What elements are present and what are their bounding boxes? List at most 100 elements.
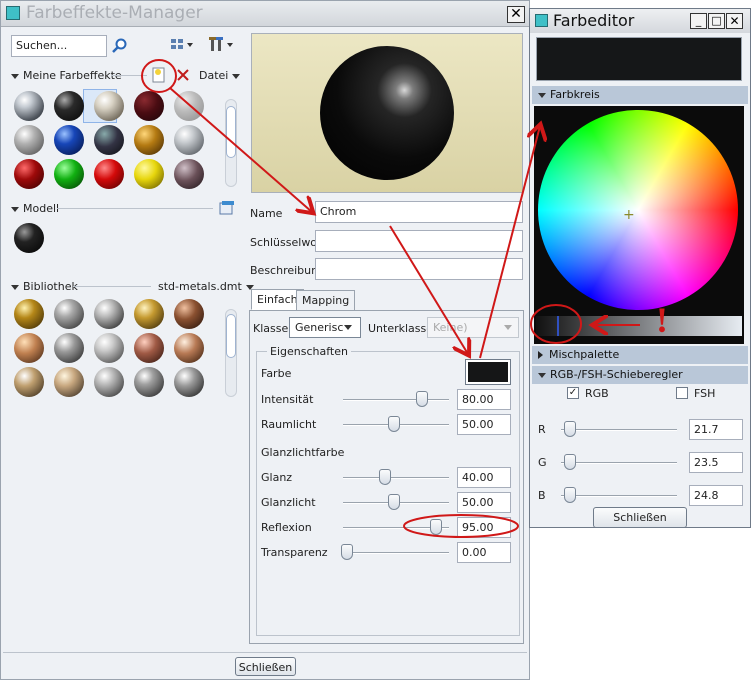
effect-swatch[interactable] <box>14 91 44 121</box>
property-slider-track[interactable] <box>343 399 449 401</box>
search-icon[interactable] <box>112 38 128 54</box>
subclass-value: Keine) <box>433 321 468 334</box>
effect-swatch[interactable] <box>174 159 204 189</box>
property-slider-track[interactable] <box>343 477 449 479</box>
fsh-checkbox[interactable] <box>676 387 688 399</box>
channel-slider-knob[interactable] <box>564 421 576 437</box>
channel-slider-knob[interactable] <box>564 487 576 503</box>
library-swatch[interactable] <box>174 333 204 363</box>
close-button[interactable]: Schließen <box>235 657 296 676</box>
channel-value-field[interactable]: 24.8 <box>689 485 743 506</box>
channel-slider-track[interactable] <box>561 429 677 431</box>
library-swatch[interactable] <box>94 367 124 397</box>
search-input[interactable]: Suchen... <box>11 35 107 57</box>
close-window-button[interactable]: ✕ <box>507 6 525 23</box>
scrollbar-thumb[interactable] <box>226 314 236 358</box>
property-value-field[interactable]: 40.00 <box>457 467 511 488</box>
keyword-field[interactable] <box>315 230 523 252</box>
library-header[interactable]: Bibliothek <box>11 280 78 293</box>
subclass-select[interactable]: Keine) <box>427 317 519 338</box>
channel-slider-knob[interactable] <box>564 454 576 470</box>
library-swatch[interactable] <box>174 299 204 329</box>
library-swatch[interactable] <box>134 367 164 397</box>
model-header[interactable]: Modell <box>11 202 59 215</box>
my-effects-header[interactable]: Meine Farbeffekte <box>11 69 122 82</box>
library-swatch[interactable] <box>94 299 124 329</box>
library-swatch[interactable] <box>134 333 164 363</box>
effect-swatch[interactable] <box>14 125 44 155</box>
window-title: Farbeffekte-Manager <box>26 3 203 23</box>
brightness-slider[interactable] <box>536 316 742 336</box>
library-file-menu[interactable]: std-metals.dmt <box>158 280 258 293</box>
property-slider-knob[interactable] <box>388 416 400 432</box>
sliders-header[interactable]: RGB-/FSH-Schieberegler <box>532 366 748 384</box>
my-effects-label: Meine Farbeffekte <box>23 69 122 82</box>
library-swatch[interactable] <box>14 333 44 363</box>
color-wheel[interactable] <box>538 110 738 310</box>
property-value-field[interactable]: 50.00 <box>457 414 511 435</box>
rgb-checkbox[interactable]: ✓ <box>567 387 579 399</box>
library-swatch[interactable] <box>14 367 44 397</box>
editor-close-action-button[interactable]: Schließen <box>593 507 687 528</box>
crosshair-icon[interactable]: + <box>623 208 635 222</box>
effect-swatch[interactable] <box>134 159 164 189</box>
effect-swatch[interactable] <box>94 159 124 189</box>
view-options-icon[interactable] <box>171 38 195 52</box>
effect-swatch[interactable] <box>94 125 124 155</box>
channel-label: R <box>538 423 546 436</box>
library-swatch[interactable] <box>54 367 84 397</box>
effect-swatch[interactable] <box>134 125 164 155</box>
app-icon <box>6 6 20 20</box>
library-swatch[interactable] <box>134 299 164 329</box>
channel-slider-track[interactable] <box>561 462 677 464</box>
property-value-field[interactable]: 80.00 <box>457 389 511 410</box>
effect-swatch[interactable] <box>54 91 84 121</box>
effect-swatch[interactable] <box>174 91 204 121</box>
library-swatch[interactable] <box>54 299 84 329</box>
property-value-field[interactable]: 95.00 <box>457 517 511 538</box>
property-value-field[interactable]: 50.00 <box>457 492 511 513</box>
property-slider-knob[interactable] <box>341 544 353 560</box>
property-slider-knob[interactable] <box>416 391 429 407</box>
color-swatch-button[interactable] <box>465 359 511 385</box>
new-effect-icon[interactable] <box>152 67 166 83</box>
file-menu[interactable]: Datei <box>199 69 244 82</box>
property-slider-knob[interactable] <box>430 519 443 535</box>
delete-icon[interactable] <box>177 69 189 81</box>
effect-swatch[interactable] <box>14 159 44 189</box>
effect-swatch[interactable] <box>54 125 84 155</box>
maximize-button[interactable]: □ <box>708 13 725 29</box>
channel-value-field[interactable]: 21.7 <box>689 419 743 440</box>
channel-slider-track[interactable] <box>561 495 677 497</box>
wheel-header[interactable]: Farbkreis <box>532 86 748 104</box>
effect-swatch[interactable] <box>54 159 84 189</box>
class-select[interactable]: Generisc <box>289 317 361 338</box>
property-value-field[interactable]: 0.00 <box>457 542 511 563</box>
model-refresh-icon[interactable] <box>219 200 235 216</box>
library-swatch[interactable] <box>174 367 204 397</box>
file-menu-label: Datei <box>199 69 229 82</box>
tab-mapping[interactable]: Mapping <box>296 290 356 311</box>
model-swatch[interactable] <box>14 223 44 253</box>
name-field[interactable]: Chrom <box>315 201 523 223</box>
description-field[interactable] <box>315 258 523 280</box>
tools-icon[interactable] <box>209 37 235 53</box>
library-swatch[interactable] <box>14 299 44 329</box>
property-slider-knob[interactable] <box>378 469 391 485</box>
brightness-marker[interactable] <box>557 316 559 336</box>
property-slider-track[interactable] <box>343 552 449 554</box>
my-effects-scrollbar[interactable] <box>225 99 237 187</box>
effect-swatch[interactable] <box>134 91 164 121</box>
effect-swatch[interactable] <box>94 91 124 121</box>
editor-close-button[interactable]: ✕ <box>726 13 743 29</box>
channel-value-field[interactable]: 23.5 <box>689 452 743 473</box>
effect-swatch[interactable] <box>174 125 204 155</box>
scrollbar-thumb[interactable] <box>226 106 236 158</box>
library-label: Bibliothek <box>23 280 78 293</box>
library-swatch[interactable] <box>94 333 124 363</box>
property-slider-knob[interactable] <box>388 494 400 510</box>
library-swatch[interactable] <box>54 333 84 363</box>
library-scrollbar[interactable] <box>225 309 237 397</box>
minimize-button[interactable]: _ <box>690 13 707 29</box>
mix-palette-header[interactable]: Mischpalette <box>532 346 748 364</box>
